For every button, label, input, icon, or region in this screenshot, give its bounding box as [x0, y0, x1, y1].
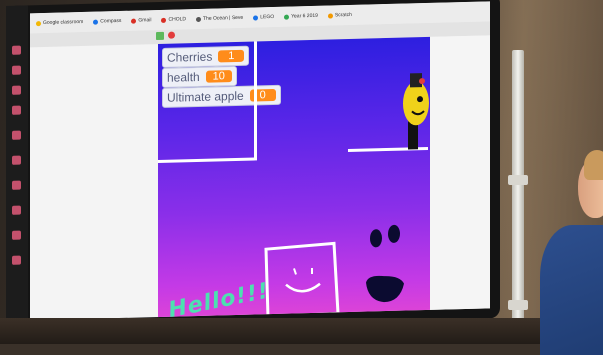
face-smile	[285, 282, 321, 293]
person-body	[540, 225, 603, 355]
rail-knob	[508, 300, 528, 310]
variable-name: health	[167, 69, 200, 85]
variable-name: Ultimate apple	[167, 88, 244, 105]
smartboard-sidebar	[6, 5, 28, 331]
green-flag-icon[interactable]	[156, 31, 164, 41]
tool-icon[interactable]	[12, 255, 21, 265]
variable-monitor: Ultimate apple 0	[162, 84, 281, 108]
variable-value: 1	[218, 49, 245, 63]
floor	[0, 318, 603, 344]
whiteboard-rail	[512, 50, 524, 320]
tool-icon[interactable]	[12, 155, 21, 165]
bookmark[interactable]: Google classroom	[36, 19, 83, 26]
face-mouth	[366, 275, 404, 303]
bookmark-icon	[131, 18, 137, 24]
tool-icon[interactable]	[12, 180, 21, 190]
bookmark-icon	[93, 19, 99, 25]
bookmark[interactable]: Gmail	[131, 17, 151, 24]
square-outline	[264, 241, 340, 319]
dark-face	[366, 224, 404, 303]
sprite-body	[408, 121, 418, 150]
face-eye	[370, 229, 382, 248]
square-face-sprite[interactable]	[262, 239, 342, 320]
tool-icon[interactable]	[12, 230, 21, 240]
bookmark[interactable]: Year 6 2019	[284, 13, 318, 20]
person-hair	[584, 150, 603, 180]
variable-value: 10	[205, 70, 232, 83]
bookmark[interactable]: Scratch	[327, 12, 352, 19]
bookmark-icon	[196, 16, 201, 22]
hello-text: Hello!!!	[166, 278, 272, 321]
scratch-stage[interactable]: Cherries 1 health 10 Ultimate apple 0 He…	[158, 36, 430, 321]
variable-name: Cherries	[167, 49, 213, 65]
tool-icon[interactable]	[12, 45, 21, 55]
bookmark[interactable]: The Ocean | Seve	[196, 15, 243, 22]
bookmark[interactable]: CHOLD	[161, 16, 186, 23]
bookmark-icon	[161, 17, 167, 23]
rail-knob	[508, 175, 528, 185]
smartboard: Google classroom Compass Gmail CHOLD The…	[6, 0, 500, 332]
browser-window: Google classroom Compass Gmail CHOLD The…	[30, 1, 490, 321]
variable-monitor: Cherries 1	[162, 45, 250, 68]
tool-icon[interactable]	[12, 65, 21, 75]
tool-icon[interactable]	[12, 85, 21, 95]
bookmark-icon	[327, 12, 333, 19]
platform-line	[254, 41, 257, 160]
face-eye	[388, 224, 400, 243]
stop-icon[interactable]	[168, 31, 175, 39]
tool-icon[interactable]	[12, 105, 21, 115]
platform-line	[158, 157, 257, 164]
bookmark-icon	[253, 14, 259, 21]
stage-side-panel	[430, 35, 490, 321]
character-sprite[interactable]	[396, 71, 430, 152]
bookmark[interactable]: Compass	[93, 18, 121, 25]
bookmark-icon	[36, 20, 41, 26]
variable-monitor: health 10	[162, 65, 237, 88]
bookmark[interactable]: LEGO	[253, 14, 274, 21]
face-eye	[293, 268, 297, 275]
bookmark-icon	[284, 14, 290, 20]
sprite-head	[403, 81, 429, 126]
tool-icon[interactable]	[12, 130, 21, 140]
tool-icon[interactable]	[12, 205, 21, 215]
